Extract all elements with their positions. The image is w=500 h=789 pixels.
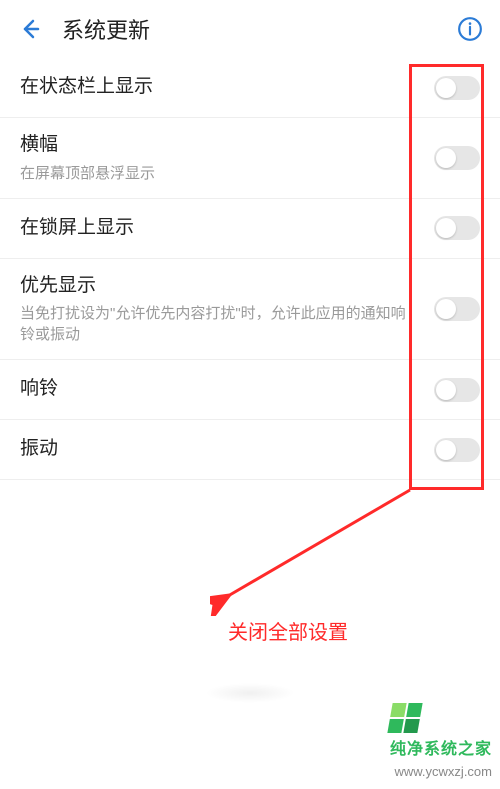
toggle-statusbar[interactable]	[434, 76, 480, 100]
row-label: 优先显示	[20, 273, 418, 300]
row-banner: 横幅 在屏幕顶部悬浮显示	[0, 118, 500, 199]
row-sub: 在屏幕顶部悬浮显示	[20, 163, 418, 184]
row-ring: 响铃	[0, 360, 500, 420]
watermark-brand: 纯净系统之家	[390, 735, 492, 759]
row-sub: 当免打扰设为"允许优先内容打扰"时，允许此应用的通知响铃或振动	[20, 303, 418, 345]
toggle-lockscreen[interactable]	[434, 216, 480, 240]
row-lockscreen: 在锁屏上显示	[0, 199, 500, 259]
watermark-logo: 纯净系统之家	[390, 703, 492, 759]
settings-list: 在状态栏上显示 横幅 在屏幕顶部悬浮显示 在锁屏上显示 优先显示 当免打扰设为"…	[0, 58, 500, 480]
annotation-arrow	[210, 486, 430, 616]
row-vibrate: 振动	[0, 420, 500, 480]
row-label: 响铃	[20, 376, 418, 403]
watermark-url: www.ycwxzj.com	[394, 764, 492, 779]
row-statusbar: 在状态栏上显示	[0, 58, 500, 118]
row-label: 振动	[20, 436, 418, 463]
info-icon[interactable]	[456, 15, 484, 43]
toggle-priority[interactable]	[434, 297, 480, 321]
toggle-ring[interactable]	[434, 378, 480, 402]
back-icon[interactable]	[16, 15, 44, 43]
toggle-banner[interactable]	[434, 146, 480, 170]
decorative-shadow	[205, 683, 295, 703]
annotation-text: 关闭全部设置	[228, 616, 348, 645]
header-bar: 系统更新	[0, 0, 500, 58]
settings-screen: 系统更新 在状态栏上显示 横幅 在屏幕顶部悬浮显示 在锁屏上显示	[0, 0, 500, 789]
row-label: 横幅	[20, 132, 418, 159]
row-priority: 优先显示 当免打扰设为"允许优先内容打扰"时，允许此应用的通知响铃或振动	[0, 259, 500, 361]
toggle-vibrate[interactable]	[434, 438, 480, 462]
page-title: 系统更新	[62, 13, 150, 45]
row-label: 在锁屏上显示	[20, 215, 418, 242]
row-label: 在状态栏上显示	[20, 74, 418, 101]
